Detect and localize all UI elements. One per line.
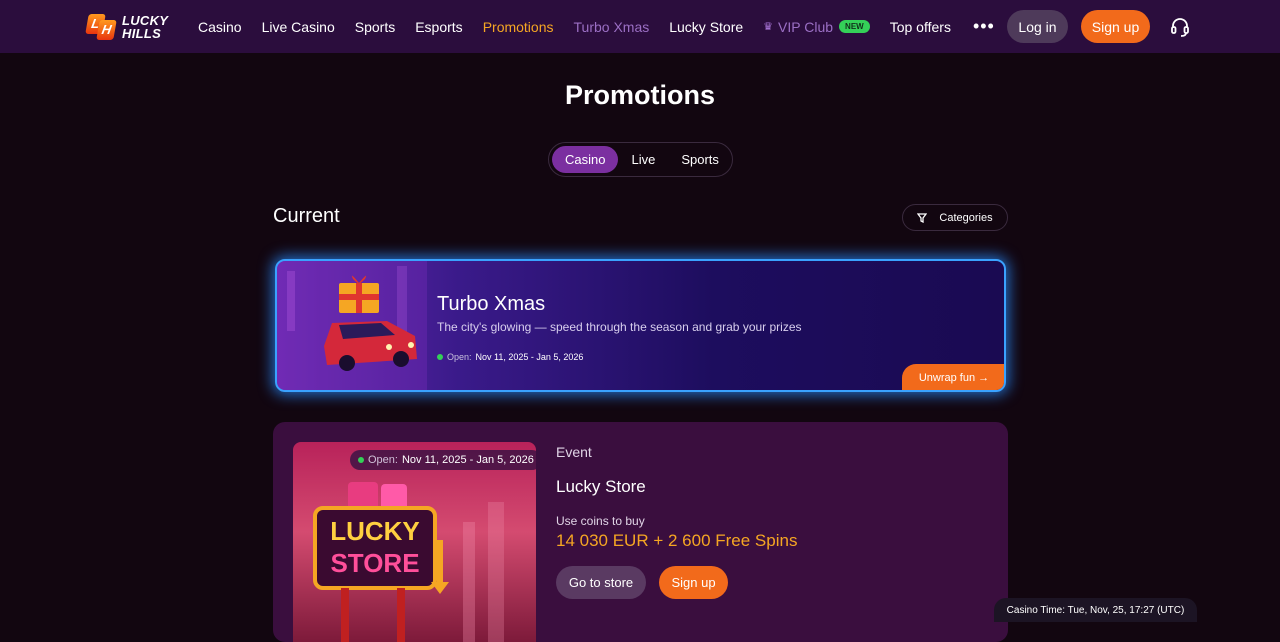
tab-sports[interactable]: Sports (668, 146, 732, 173)
nav-link-vip-club[interactable]: ♛ VIP Club NEW (763, 19, 870, 35)
sign-text-lucky: LUCKY (330, 516, 420, 546)
store-dates: Nov 11, 2025 - Jan 5, 2026 (401, 454, 534, 466)
sign-text-store: STORE (330, 548, 419, 578)
categories-button[interactable]: Categories (902, 204, 1008, 231)
logo-badge: L H (85, 13, 117, 41)
open-label: Open: (368, 454, 398, 466)
store-open-status: Open: Nov 11, 2025 - Jan 5, 2026 (350, 450, 536, 470)
nav-link-live-casino[interactable]: Live Casino (262, 19, 335, 35)
filter-icon (917, 212, 928, 223)
turbo-xmas-card[interactable]: Turbo Xmas The city's glowing — speed th… (275, 259, 1006, 392)
logo-text: LUCKY HILLS (122, 14, 168, 40)
coins-value: 14 030 EUR + 2 600 Free Spins (556, 531, 798, 550)
nav-link-top-offers[interactable]: Top offers (890, 19, 951, 35)
headset-support-icon[interactable] (1169, 16, 1191, 38)
lucky-store-title: Lucky Store (556, 477, 646, 496)
tab-casino[interactable]: Casino (552, 146, 619, 173)
section-title-current: Current (273, 205, 340, 227)
unwrap-fun-button[interactable]: Unwrap fun → (902, 364, 1004, 390)
open-status-dot-icon (358, 457, 364, 463)
nav-links: Casino Live Casino Sports Esports Promot… (198, 0, 1015, 53)
logo-badge-h: H (96, 20, 117, 40)
event-label: Event (556, 444, 592, 460)
turbo-open-status: Open: Nov 11, 2025 - Jan 5, 2026 (437, 352, 583, 362)
open-label: Open: (447, 352, 472, 362)
lucky-store-sign-illustration: LUCKY STORE (313, 482, 504, 642)
logo-line2: HILLS (122, 26, 162, 41)
promo-tabs: Casino Live Sports (548, 142, 733, 177)
lucky-store-image[interactable]: LUCKY STORE Open: Nov 11, 2025 - Jan 5, … (293, 442, 536, 642)
top-nav: L H LUCKY HILLS Casino Live Casino Sport… (0, 0, 1280, 53)
nav-link-promotions[interactable]: Promotions (483, 19, 554, 35)
nav-link-lucky-store[interactable]: Lucky Store (669, 19, 743, 35)
crown-icon: ♛ (763, 21, 774, 33)
nav-link-casino[interactable]: Casino (198, 19, 242, 35)
store-signup-button[interactable]: Sign up (659, 566, 728, 599)
nav-link-esports[interactable]: Esports (415, 19, 462, 35)
go-to-store-button[interactable]: Go to store (556, 566, 646, 599)
lucky-store-card: LUCKY STORE Open: Nov 11, 2025 - Jan 5, … (273, 422, 1008, 642)
nav-link-sports[interactable]: Sports (355, 19, 395, 35)
new-badge: NEW (839, 20, 870, 33)
turbo-xmas-subtitle: The city's glowing — speed through the s… (437, 320, 802, 334)
coins-label: Use coins to buy (556, 514, 645, 528)
nav-link-turbo-xmas[interactable]: Turbo Xmas (574, 19, 650, 35)
signup-button[interactable]: Sign up (1081, 10, 1150, 43)
casino-time-badge: Casino Time: Tue, Nov, 25, 17:27 (UTC) (994, 598, 1197, 622)
open-status-dot-icon (437, 354, 443, 360)
tab-live[interactable]: Live (618, 146, 668, 173)
turbo-dates: Nov 11, 2025 - Jan 5, 2026 (475, 352, 584, 362)
login-button[interactable]: Log in (1007, 10, 1068, 43)
categories-label: Categories (939, 211, 993, 224)
page-title: Promotions (564, 80, 715, 110)
more-menu-icon[interactable]: ••• (973, 16, 995, 37)
logo[interactable]: L H LUCKY HILLS (85, 12, 178, 42)
turbo-xmas-title: Turbo Xmas (437, 293, 546, 315)
vip-club-label: VIP Club (778, 18, 834, 35)
xmas-car-illustration (277, 261, 427, 390)
